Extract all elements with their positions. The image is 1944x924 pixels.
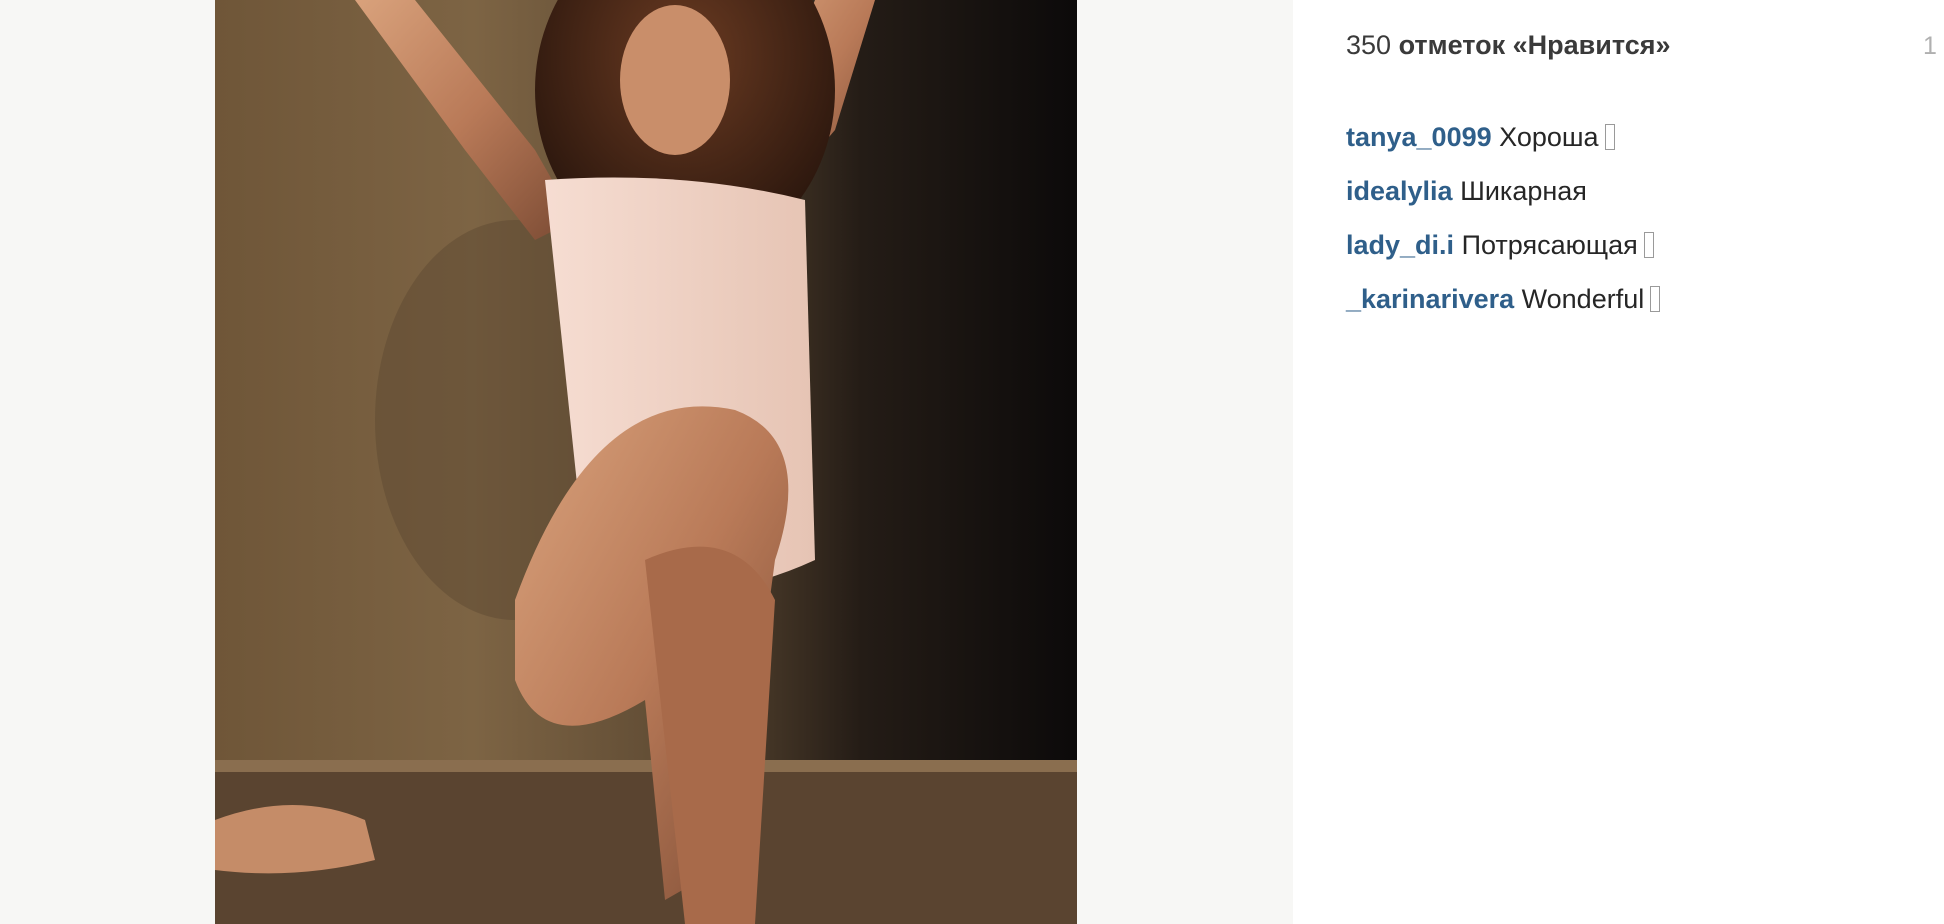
comment-text: Хороша	[1499, 122, 1599, 152]
comment-username-link[interactable]: _karinarivera	[1346, 284, 1514, 314]
likes-label: отметок «Нравится»	[1398, 30, 1671, 60]
comments-list: tanya_0099 Хороша idealylia Шикарная lad…	[1346, 110, 1661, 326]
post-side-panel: 350 отметок «Нравится» 1 tanya_0099 Хоро…	[1293, 0, 1944, 924]
post-photo[interactable]	[215, 0, 1077, 924]
comment-text: Шикарная	[1460, 176, 1587, 206]
missing-emoji-icon	[1650, 286, 1661, 312]
comment-username-link[interactable]: lady_di.i	[1346, 230, 1454, 260]
comment-username-link[interactable]: idealylia	[1346, 176, 1453, 206]
comment-text: Wonderful	[1521, 284, 1645, 314]
instagram-post-page: 350 отметок «Нравится» 1 tanya_0099 Хоро…	[0, 0, 1944, 924]
missing-emoji-icon	[1643, 232, 1654, 258]
likes-count: 350	[1346, 30, 1392, 60]
comment-item: idealylia Шикарная	[1346, 164, 1660, 218]
likes-summary[interactable]: 350 отметок «Нравится»	[1346, 30, 1671, 61]
photo-viewer	[0, 0, 1293, 924]
comment-item: tanya_0099 Хороша	[1346, 110, 1660, 164]
comment-username-link[interactable]: tanya_0099	[1346, 122, 1492, 152]
comment-item: _karinarivera Wonderful	[1346, 272, 1661, 326]
comment-text: Потрясающая	[1461, 230, 1638, 260]
missing-emoji-icon	[1604, 124, 1615, 150]
comment-item: lady_di.i Потрясающая	[1346, 218, 1660, 272]
post-date[interactable]: 1	[1923, 32, 1937, 61]
